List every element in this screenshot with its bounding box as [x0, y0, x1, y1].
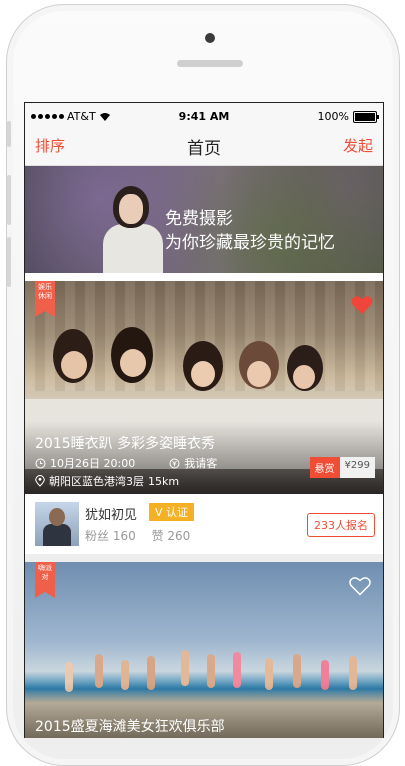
reward-badge: 悬赏 ¥299: [309, 457, 375, 478]
signup-count-button[interactable]: 233人报名: [307, 513, 375, 537]
event-date: 10月26日 20:00: [50, 457, 136, 470]
banner-person-face: [119, 194, 143, 224]
organizer-stats: 粉丝 160 赞 260: [85, 527, 202, 544]
promo-banner[interactable]: 免费摄影 为你珍藏最珍贵的记忆: [25, 166, 383, 273]
photo-face: [61, 351, 87, 379]
photo-face: [293, 365, 315, 389]
battery-percent: 100%: [317, 110, 349, 123]
event-date-row: 10月26日 20:00 我请客: [35, 455, 217, 471]
event-card-pajama-party[interactable]: 娱乐休闲 2015睡衣趴 多彩多姿睡衣秀 10月26日 20:00 我请客 朝阳…: [25, 281, 383, 494]
fans-count: 粉丝 160: [85, 529, 136, 543]
battery-icon: [353, 110, 379, 123]
organizer-name[interactable]: 犹如初见: [85, 504, 137, 523]
category-ribbon: 嗨派对: [35, 562, 55, 598]
event-payer: 我请客: [184, 457, 218, 470]
yuan-icon: [169, 458, 180, 468]
avatar-body: [43, 524, 71, 546]
avatar[interactable]: [35, 502, 79, 546]
status-bar: AT&T 9:41 AM 100%: [25, 103, 383, 129]
category-ribbon: 娱乐休闲: [35, 281, 55, 317]
front-camera: [205, 33, 215, 43]
verified-badge: V 认证: [149, 503, 195, 521]
reward-value: ¥299: [339, 457, 375, 478]
volume-down-button: [7, 237, 11, 287]
battery-status: 100%: [317, 110, 379, 123]
earpiece-speaker: [177, 60, 243, 67]
mute-switch: [7, 121, 11, 147]
likes-count: 赞 260: [151, 529, 191, 543]
photo-person: [181, 650, 189, 686]
organizer-row[interactable]: 犹如初见 V 认证 粉丝 160 赞 260 233人报名: [25, 494, 383, 562]
event-card-beach-party[interactable]: 嗨派对 2015盛夏海滩美女狂欢俱乐部: [25, 562, 383, 738]
event-distance: 15km: [148, 474, 180, 488]
location-icon: [35, 475, 45, 487]
create-button[interactable]: 发起: [343, 135, 373, 156]
photo-face: [120, 349, 146, 377]
event-title: 2015盛夏海滩美女狂欢俱乐部: [35, 719, 225, 735]
event-location-row: 朝阳区蓝色港湾3层 15km: [35, 473, 179, 489]
event-title: 2015睡衣趴 多彩多姿睡衣秀: [35, 436, 216, 452]
nav-bar: 排序 首页 发起: [25, 129, 383, 166]
heart-icon[interactable]: [351, 295, 373, 315]
event-location: 朝阳区蓝色港湾3层: [49, 475, 144, 488]
clock-icon: [35, 458, 46, 468]
page-title: 首页: [187, 139, 221, 159]
photo-face: [191, 361, 215, 387]
banner-subline: 为你珍藏最珍贵的记忆: [165, 233, 335, 253]
avatar-head: [49, 508, 65, 526]
photo-face: [247, 361, 271, 387]
heart-outline-icon[interactable]: [349, 576, 371, 596]
app-screen: AT&T 9:41 AM 100% 排序 首页 发起 免费摄影 为你珍藏最珍贵的…: [24, 102, 384, 738]
reward-label: 悬赏: [309, 457, 340, 478]
volume-up-button: [7, 175, 11, 225]
banner-headline: 免费摄影: [165, 209, 233, 229]
banner-person-body: [103, 224, 163, 273]
